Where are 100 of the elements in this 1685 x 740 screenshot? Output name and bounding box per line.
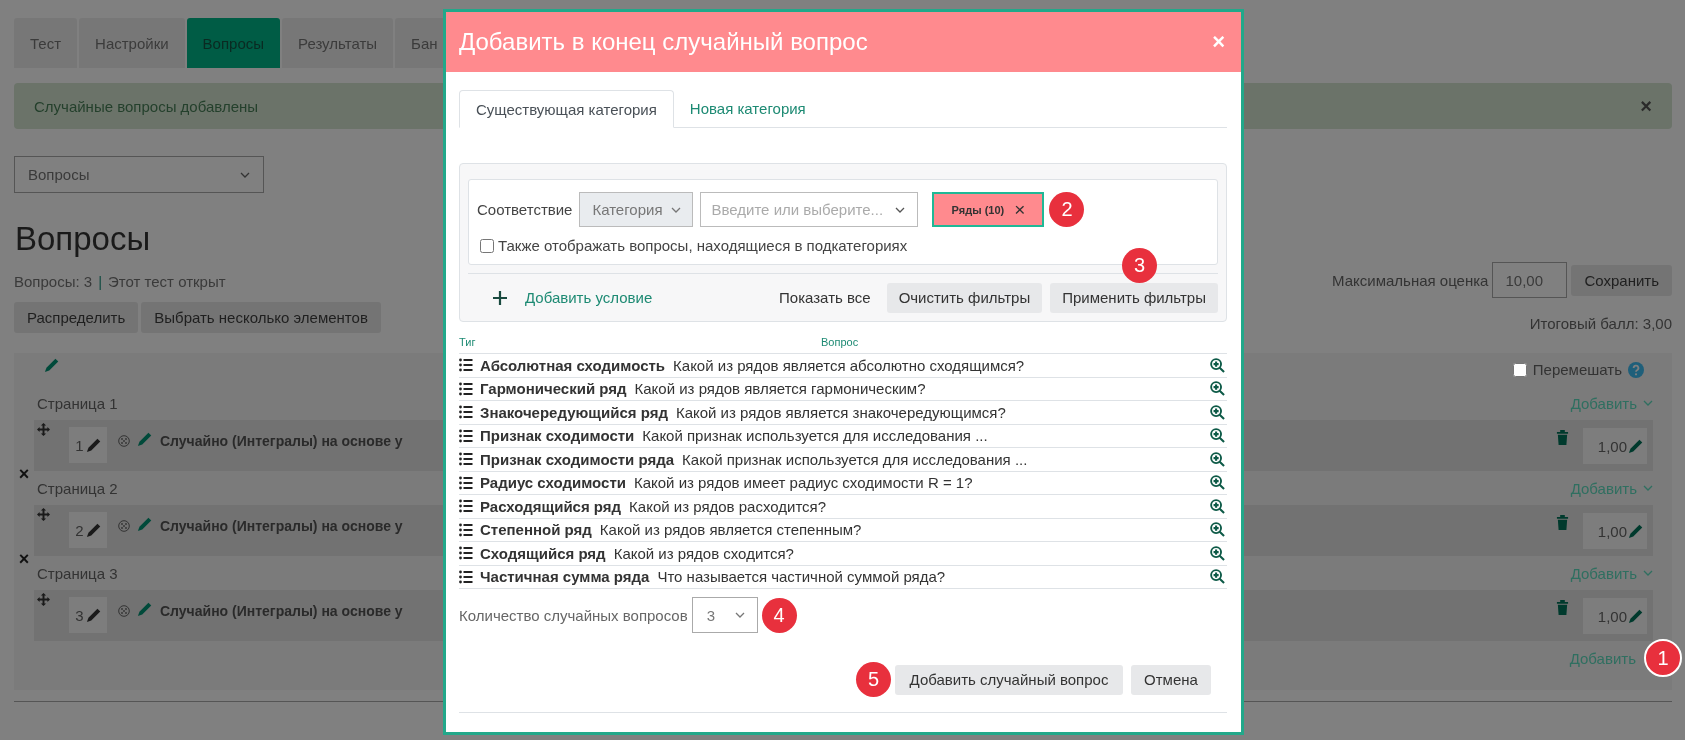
apply-filters-button[interactable]: Применить фильтры <box>1050 282 1218 313</box>
question-number: 2 <box>75 521 84 539</box>
category-search-field[interactable]: Введите или выберите... <box>700 192 919 227</box>
zoom-in-icon[interactable] <box>1210 475 1225 491</box>
column-header[interactable]: Вопрос <box>821 336 859 348</box>
chevron-icon <box>1643 485 1653 491</box>
type-select[interactable]: Категория <box>579 192 694 227</box>
question-title: Случайно (Интегралы) на основе у <box>160 518 403 534</box>
clear-filters-button[interactable]: Очистить фильтры <box>886 282 1043 313</box>
trash-icon[interactable] <box>1556 430 1569 445</box>
list-icon <box>459 475 473 490</box>
tab[interactable]: Бан <box>395 18 443 68</box>
match-label: Соответствие <box>477 201 573 218</box>
chevron-icon <box>895 206 906 213</box>
chevron-icon <box>1643 570 1653 576</box>
plus-icon[interactable] <box>493 290 507 305</box>
question-title: Случайно (Интегралы) на основе у <box>160 433 403 449</box>
question-name: Гармонический ряд <box>480 380 627 398</box>
question-mark: 1,00 <box>1597 437 1627 455</box>
checkbox[interactable] <box>480 238 494 253</box>
tab[interactable]: Настройки <box>79 18 185 68</box>
move-icon[interactable] <box>37 593 50 606</box>
quiz-status: Этот тест открыт <box>108 272 226 292</box>
dice-icon <box>118 435 130 447</box>
view-select[interactable]: Вопросы <box>14 156 264 193</box>
move-icon[interactable] <box>37 423 50 436</box>
max-grade-label: Максимальная оценка <box>1332 271 1489 289</box>
tab[interactable]: Новая категория <box>673 90 822 127</box>
close-button[interactable]: × <box>1212 31 1225 53</box>
count-select[interactable]: 3 <box>691 597 758 633</box>
step-number-marker: 4 <box>761 597 797 633</box>
question-text: Какой из рядов является знакочередующимся? <box>675 403 1006 421</box>
trash-icon[interactable] <box>1556 515 1569 530</box>
question-text: Какой из рядов является степенным? <box>599 521 862 539</box>
pencil-icon[interactable] <box>44 358 59 373</box>
trash-icon[interactable] <box>1556 600 1569 615</box>
question-text: Какой из рядов является абсолютно сходящимся? <box>673 356 1025 374</box>
tab[interactable]: Тест <box>14 18 78 68</box>
question-name: Абсолютная сходимость <box>480 356 666 374</box>
chip-label: Ряды (10) <box>951 203 1005 216</box>
step-number-marker: 5 <box>856 662 891 697</box>
question-text: Какой признак используется для исследования ... <box>682 450 1028 468</box>
action-button[interactable]: Распределить <box>14 302 139 333</box>
remove-button[interactable]: × <box>1014 200 1026 219</box>
zoom-in-icon[interactable] <box>1210 569 1225 585</box>
zoom-in-icon[interactable] <box>1210 545 1225 561</box>
list-icon <box>459 358 473 373</box>
question-text: Какой из рядов расходится? <box>629 497 827 515</box>
zoom-in-icon[interactable] <box>1210 451 1225 467</box>
zoom-in-icon[interactable] <box>1210 357 1225 373</box>
pencil-icon[interactable] <box>85 437 101 453</box>
question-name: Признак сходимости ряда <box>480 450 675 468</box>
chevron-icon <box>670 206 681 213</box>
question-text: Какой из рядов является гармоническим? <box>634 380 926 398</box>
remove-page-break-button[interactable]: × <box>14 550 34 566</box>
zoom-in-icon[interactable] <box>1210 381 1225 397</box>
max-grade-input[interactable]: 10,00 <box>1492 262 1568 298</box>
pencil-icon[interactable] <box>1628 608 1643 624</box>
separator: | <box>98 272 103 292</box>
list-icon <box>459 428 473 443</box>
question-name: Знакочередующийся ряд <box>480 403 668 421</box>
add-random-question-button[interactable]: Добавить случайный вопрос <box>895 664 1123 695</box>
zoom-in-icon[interactable] <box>1210 404 1225 420</box>
question-name: Радиус сходимости <box>480 474 626 492</box>
pencil-icon[interactable] <box>1628 523 1643 539</box>
question-text: Какой из рядов имеет радиус сходимости R = 1? <box>633 474 973 492</box>
question-text: Что называется частичной суммой ряда? <box>657 568 946 586</box>
pencil-icon[interactable] <box>85 607 101 623</box>
list-icon <box>459 405 473 420</box>
column-header[interactable]: Тиг <box>459 336 821 348</box>
zoom-in-icon[interactable] <box>1210 428 1225 444</box>
dice-icon <box>118 605 130 617</box>
cancel-button[interactable]: Отмена <box>1131 664 1211 695</box>
pencil-icon[interactable] <box>85 522 101 538</box>
list-icon <box>459 522 473 537</box>
dialog-title: Добавить в конец случайный вопрос <box>459 28 868 56</box>
close-button[interactable]: × <box>1640 96 1652 116</box>
question-name: Расходящийся ряд <box>480 497 622 515</box>
tab[interactable]: Существующая категория <box>459 90 674 128</box>
dice-icon <box>118 520 130 532</box>
subcategories-label: Также отображать вопросы, находящиеся в подкатегориях <box>498 237 908 254</box>
page-title: Страница 3 <box>36 564 118 582</box>
move-icon[interactable] <box>37 508 50 521</box>
zoom-in-icon[interactable] <box>1210 498 1225 514</box>
pencil-icon[interactable] <box>1628 438 1643 454</box>
show-all-label: Показать все <box>779 289 871 306</box>
remove-page-break-button[interactable]: × <box>14 465 34 481</box>
list-icon <box>459 452 473 467</box>
add-condition-link[interactable]: Добавить условие <box>525 289 653 306</box>
question-name: Сходящийся ряд <box>480 544 606 562</box>
question-number: 1 <box>75 436 84 454</box>
checkbox[interactable] <box>1512 362 1527 377</box>
tab[interactable]: Результаты <box>282 18 394 68</box>
zoom-in-icon[interactable] <box>1210 522 1225 538</box>
question-title: Случайно (Интегралы) на основе у <box>160 603 403 619</box>
page-title: Страница 1 <box>36 394 118 412</box>
list-icon <box>459 546 473 561</box>
question-name: Степенной ряд <box>480 521 592 539</box>
save-button[interactable]: Сохранить <box>1571 264 1672 296</box>
action-button[interactable]: Выбрать несколько элементов <box>141 302 381 333</box>
